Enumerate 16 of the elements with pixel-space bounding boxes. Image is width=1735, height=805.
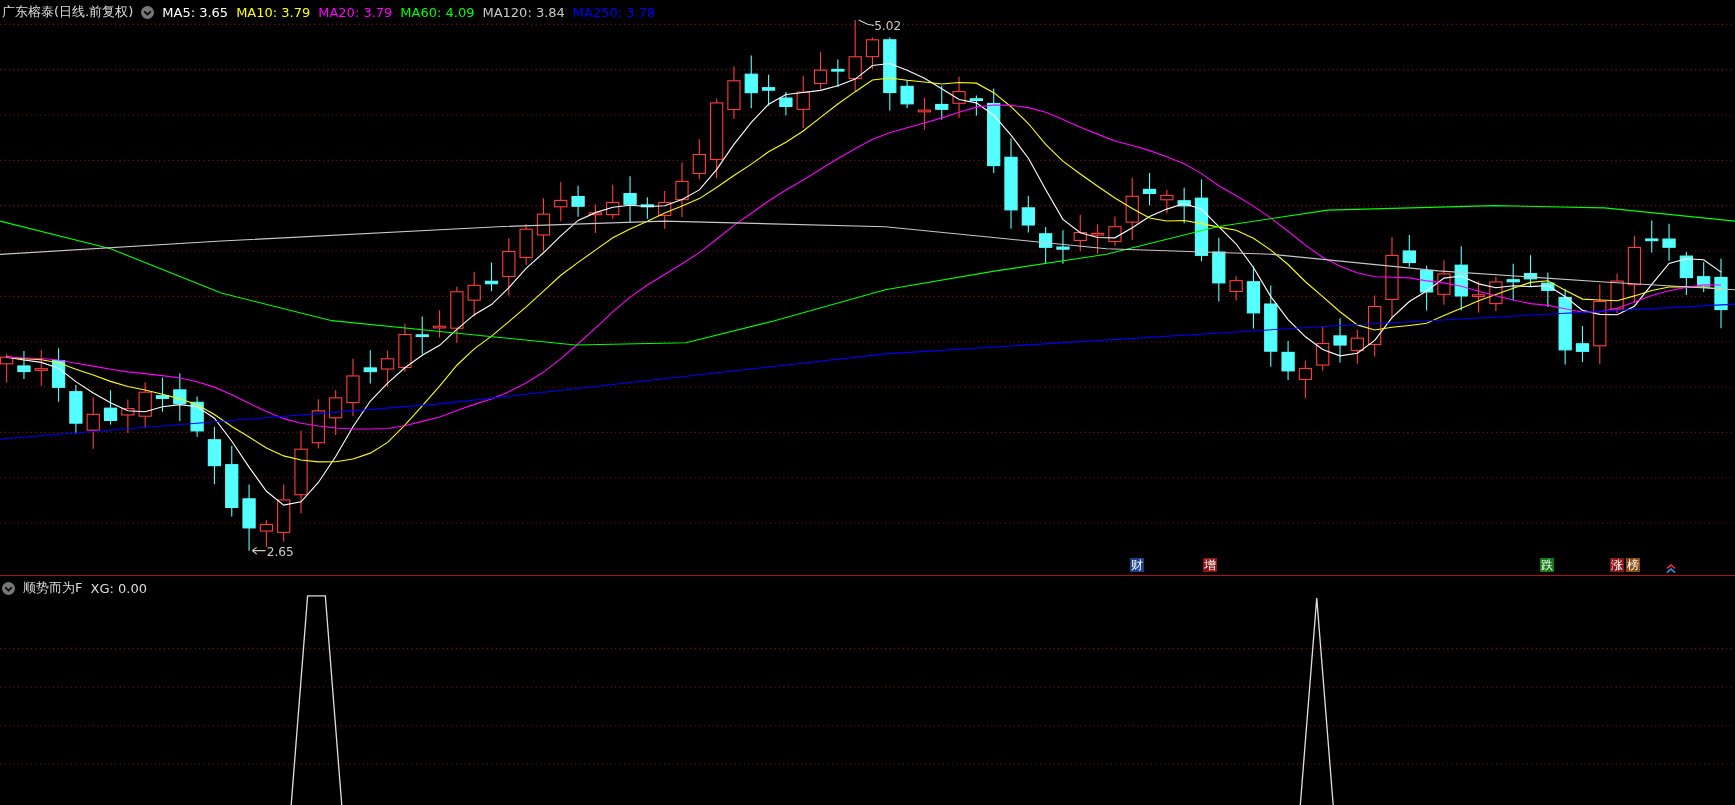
- low-price-label: 2.65: [266, 545, 294, 560]
- moving-average-value: MA120: 3.84: [482, 4, 565, 20]
- indicator-title: 顺势而为F: [23, 579, 83, 597]
- moving-average-value: MA250: 3.78: [572, 4, 656, 20]
- event-badge[interactable]: 财: [1130, 558, 1144, 572]
- event-badge[interactable]: 榜: [1626, 558, 1640, 572]
- event-badge[interactable]: 增: [1203, 558, 1217, 572]
- moving-average-value: MA5: 3.65: [162, 4, 229, 20]
- stock-title: 广东榕泰(日线.前复权): [2, 3, 134, 21]
- moving-average-value: MA10: 3.79: [236, 4, 311, 20]
- high-price-label: 5.02: [874, 18, 902, 33]
- moving-average-value: MA60: 4.09: [400, 4, 475, 20]
- moving-average-value: MA20: 3.79: [318, 4, 393, 20]
- indicator-value: XG: 0.00: [90, 580, 147, 596]
- event-badge[interactable]: 跌: [1540, 558, 1554, 572]
- event-badge[interactable]: 涨: [1610, 558, 1624, 572]
